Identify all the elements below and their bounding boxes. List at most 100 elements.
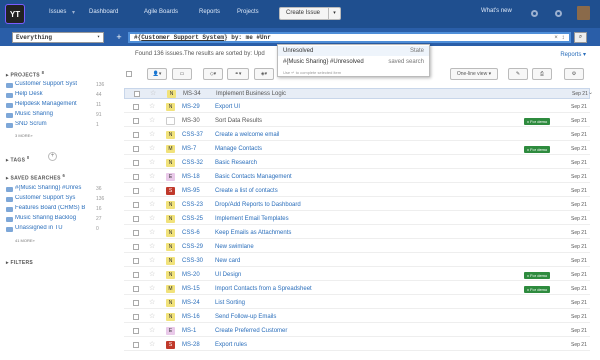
issue-row[interactable]: ☆ N MS-34 Implement Business Logic Sep 21: [124, 88, 590, 99]
search-context-select[interactable]: Everything ▾: [12, 32, 104, 43]
star-icon[interactable]: ☆: [149, 130, 155, 140]
issue-checkbox[interactable]: [133, 342, 139, 348]
sidebar-item-project[interactable]: Music Sharing: [15, 111, 85, 117]
sidebar-item-project[interactable]: SND Scrum: [15, 121, 85, 127]
issue-id-link[interactable]: MS-95: [182, 186, 200, 196]
issue-checkbox[interactable]: [133, 188, 139, 194]
nav-issues[interactable]: Issues: [49, 9, 66, 15]
issue-row[interactable]: ☆ E MS-18 Basic Contacts Management Sep 21: [124, 172, 590, 183]
sidebar-item-saved-search[interactable]: #{Music Sharing} #Unres: [15, 185, 85, 191]
issue-checkbox[interactable]: [133, 132, 139, 138]
star-icon[interactable]: ☆: [149, 270, 155, 280]
issue-summary-link[interactable]: Manage Contacts: [215, 144, 262, 154]
chevron-down-icon[interactable]: ⌄: [588, 89, 593, 96]
issue-id-link[interactable]: MS-24: [182, 298, 200, 308]
priority-badge[interactable]: N: [166, 201, 175, 209]
youtrack-logo[interactable]: YT: [5, 4, 25, 24]
star-icon[interactable]: ☆: [149, 256, 155, 266]
issue-checkbox[interactable]: [133, 202, 139, 208]
star-icon[interactable]: ☆: [149, 298, 155, 308]
issue-summary-link[interactable]: Create a welcome email: [215, 130, 279, 140]
issue-summary-link[interactable]: Basic Contacts Management: [215, 172, 292, 182]
star-icon[interactable]: ☆: [149, 228, 155, 238]
issue-summary-link[interactable]: Sort Data Results: [215, 116, 262, 126]
issue-summary-link[interactable]: Basic Research: [215, 158, 257, 168]
priority-badge[interactable]: E: [166, 327, 175, 335]
issue-row[interactable]: ☆ N CSS-37 Create a welcome email Sep 21: [124, 130, 590, 141]
edit-icon[interactable]: ✎: [508, 68, 528, 80]
issue-summary-link[interactable]: Send Follow-up Emails: [215, 312, 276, 322]
issue-summary-link[interactable]: Keep Emails as Attachments: [215, 228, 291, 238]
issue-checkbox[interactable]: [133, 174, 139, 180]
issue-summary-link[interactable]: Export rules: [215, 340, 247, 350]
issue-id-link[interactable]: MS-15: [182, 284, 200, 294]
sidebar-item-saved-search[interactable]: Features Board (CRMS) Ba: [15, 205, 85, 211]
issue-row[interactable]: ☆ M MS-7 Manage Contacts x For demo Sep 21: [124, 144, 590, 155]
sidebar-item-project[interactable]: Customer Support Syst: [15, 81, 85, 87]
issue-row[interactable]: ☆ S MS-95 Create a list of contacts Sep 21: [124, 186, 590, 197]
sidebar-item-project[interactable]: Help Desk: [15, 91, 85, 97]
issue-row[interactable]: ☆ N MS-20 UI Design x For demo Sep 21: [124, 270, 590, 281]
priority-badge[interactable]: S: [166, 341, 175, 349]
priority-badge[interactable]: E: [166, 173, 175, 181]
issue-id-link[interactable]: MS-28: [182, 340, 200, 350]
priority-badge[interactable]: N: [166, 229, 175, 237]
issue-row[interactable]: ☆ M MS-15 Import Contacts from a Spreadshee…: [124, 284, 590, 295]
tags-header[interactable]: ▸ TAGS 0: [6, 155, 30, 164]
priority-badge[interactable]: N: [166, 131, 175, 139]
priority-badge[interactable]: N: [166, 243, 175, 251]
issue-row[interactable]: ☆ N MS-16 Send Follow-up Emails Sep 21: [124, 312, 590, 323]
issue-id-link[interactable]: MS-7: [182, 144, 196, 154]
more-button[interactable]: ◈▾: [254, 68, 274, 80]
nav-projects[interactable]: Projects: [237, 9, 259, 15]
issue-summary-link[interactable]: List Sorting: [215, 298, 245, 308]
issue-summary-link[interactable]: UI Design: [215, 270, 241, 280]
star-icon[interactable]: ☆: [149, 340, 155, 350]
search-button[interactable]: ⌕: [574, 32, 587, 43]
issue-checkbox[interactable]: [133, 160, 139, 166]
star-icon[interactable]: ☆: [150, 89, 156, 99]
issue-row[interactable]: ☆ MS-30 Sort Data Results x For demo Sep 21: [124, 116, 590, 127]
star-icon[interactable]: ☆: [149, 214, 155, 224]
tag-badge[interactable]: x For demo: [524, 118, 551, 125]
priority-badge[interactable]: S: [166, 187, 175, 195]
whats-new-link[interactable]: What's new: [481, 8, 512, 14]
issue-row[interactable]: ☆ N CSS-32 Basic Research Sep 21: [124, 158, 590, 169]
view-mode-dropdown[interactable]: One-line view ▾: [450, 68, 498, 80]
priority-badge[interactable]: M: [166, 285, 175, 293]
issue-id-link[interactable]: CSS-30: [182, 256, 203, 266]
priority-badge[interactable]: M: [166, 145, 175, 153]
issue-checkbox[interactable]: [133, 272, 139, 278]
priority-badge[interactable]: N: [166, 103, 175, 111]
issue-summary-link[interactable]: Create a list of contacts: [215, 186, 278, 196]
issue-summary-link[interactable]: Implement Email Templates: [215, 214, 289, 224]
saved-searches-more-link[interactable]: 41 MORE»: [15, 238, 35, 243]
issue-row[interactable]: ☆ N CSS-23 Drop/Add Reports to Dashboard Sep…: [124, 200, 590, 211]
star-icon[interactable]: ☆: [149, 102, 155, 112]
tag-badge[interactable]: x For demo: [524, 286, 551, 293]
priority-badge[interactable]: N: [166, 313, 175, 321]
priority-badge[interactable]: N: [166, 271, 175, 279]
issue-row[interactable]: ☆ N CSS-30 New card Sep 21: [124, 256, 590, 267]
search-input[interactable]: #{Customer Support System} by: me #Unr ×…: [128, 32, 571, 43]
issue-id-link[interactable]: CSS-32: [182, 158, 203, 168]
reports-dropdown[interactable]: Reports ▾: [560, 51, 586, 58]
issue-id-link[interactable]: CSS-6: [182, 228, 200, 238]
star-icon[interactable]: ☆: [149, 158, 155, 168]
nav-dashboard[interactable]: Dashboard: [89, 9, 118, 15]
star-icon[interactable]: ☆: [149, 116, 155, 126]
issue-id-link[interactable]: CSS-37: [182, 130, 203, 140]
issue-summary-link[interactable]: New swimlane: [215, 242, 254, 252]
suggestion-item[interactable]: #{Music Sharing} #Unresolved saved searc…: [278, 57, 429, 67]
tag-badge[interactable]: x For demo: [524, 272, 551, 279]
nav-reports[interactable]: Reports: [199, 9, 220, 15]
issue-checkbox[interactable]: [133, 118, 139, 124]
issue-checkbox[interactable]: [133, 286, 139, 292]
issue-checkbox[interactable]: [133, 258, 139, 264]
suggestion-item[interactable]: Unresolved State: [278, 46, 429, 56]
saved-searches-header[interactable]: ▸ SAVED SEARCHES 6: [6, 173, 65, 182]
tag-button[interactable]: ◇▾: [203, 68, 223, 80]
projects-more-link[interactable]: 3 MORE»: [15, 133, 33, 138]
issue-summary-link[interactable]: New card: [215, 256, 240, 266]
issue-row[interactable]: ☆ N CSS-6 Keep Emails as Attachments Sep 21: [124, 228, 590, 239]
